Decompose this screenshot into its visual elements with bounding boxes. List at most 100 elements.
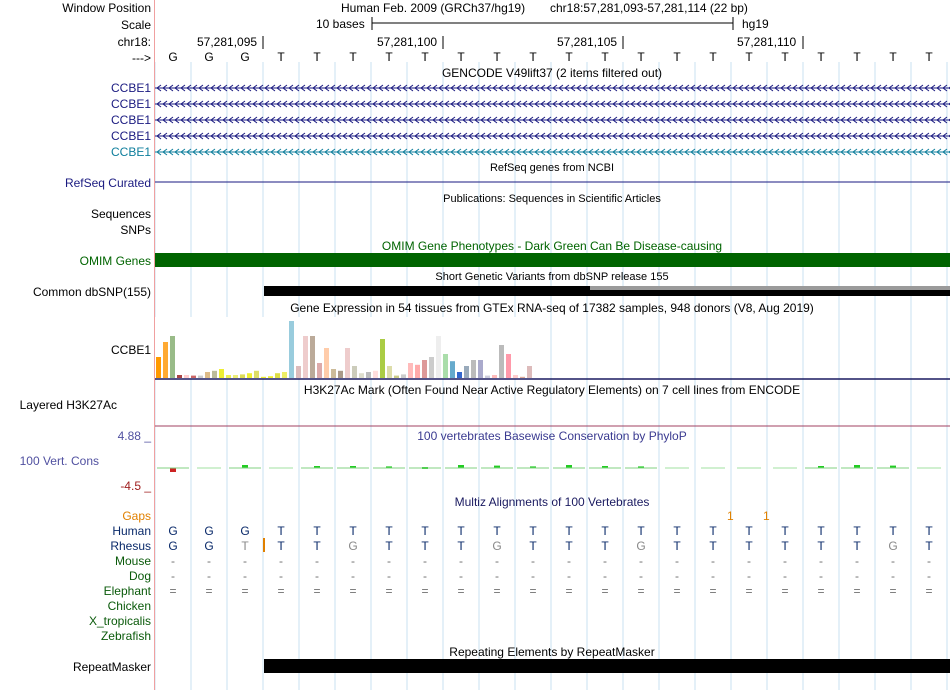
gtex-tissue-bar[interactable] [163,342,168,378]
omim-genes-label[interactable]: OMIM Genes [80,254,151,268]
gtex-tissue-bar[interactable] [436,336,441,378]
gtex-tissue-bar[interactable] [408,363,413,378]
common-dbsnp-label[interactable]: Common dbSNP(155) [33,285,151,299]
gtex-tissue-bar[interactable] [387,366,392,378]
gtex-tissue-bar[interactable] [513,375,518,378]
vert-cons-label[interactable]: 100 Vert. Cons [20,454,99,468]
gencode-track-label[interactable]: CCBE1 [111,145,151,159]
publications-track-title[interactable]: Publications: Sequences in Scientific Ar… [443,192,661,206]
gtex-tissue-bar[interactable] [345,348,350,378]
gtex-tissue-bar[interactable] [303,336,308,378]
gtex-tissue-bar[interactable] [170,336,175,378]
gaps-label[interactable]: Gaps [122,509,151,523]
alignment-base-human: T [349,524,357,538]
gtex-tissue-bar[interactable] [240,374,245,378]
gencode-track-label[interactable]: CCBE1 [111,81,151,95]
gtex-tissue-bar[interactable] [429,357,434,378]
phylop-track-title[interactable]: 100 vertebrates Basewise Conservation by… [417,429,686,443]
gtex-tissue-bar[interactable] [373,370,378,378]
refseq-curated-label[interactable]: RefSeq Curated [65,176,151,190]
species-label-zebrafish[interactable]: Zebrafish [101,629,151,643]
gtex-tissue-bar[interactable] [226,375,231,378]
omim-gene-bar[interactable] [155,253,950,267]
gtex-tissue-bar[interactable] [366,372,371,378]
gtex-tissue-bar[interactable] [394,375,399,378]
gtex-tissue-bar[interactable] [296,366,301,378]
gtex-tissue-bar[interactable] [422,360,427,378]
gtex-tissue-bar[interactable] [457,372,462,378]
gtex-tissue-bar[interactable] [310,336,315,378]
snps-label[interactable]: SNPs [120,223,151,237]
species-label-chicken[interactable]: Chicken [108,599,151,613]
layered-h3k27ac-label[interactable]: Layered H3K27Ac [20,398,117,412]
gtex-tissue-bar[interactable] [261,376,266,378]
multiz-track-title[interactable]: Multiz Alignments of 100 Vertebrates [455,495,650,509]
species-label-mouse[interactable]: Mouse [115,554,151,568]
gtex-tissue-bar[interactable] [464,366,469,378]
gtex-tissue-bar[interactable] [415,364,420,378]
gencode-track-title[interactable]: GENCODE V49lift37 (2 items filtered out) [442,66,662,80]
gtex-tissue-bar[interactable] [506,354,511,378]
gencode-track-label[interactable]: CCBE1 [111,97,151,111]
gtex-tissue-bar[interactable] [212,370,217,378]
base-letter: T [349,50,357,64]
gtex-tissue-bar[interactable] [198,375,203,378]
gencode-track-label[interactable]: CCBE1 [111,113,151,127]
gtex-tissue-bar[interactable] [331,369,336,378]
gtex-tissue-bar[interactable] [359,373,364,378]
window-position-text: chr18:57,281,093-57,281,114 (22 bp) [550,1,748,15]
species-label-human[interactable]: Human [112,524,151,538]
gtex-tissue-bar[interactable] [352,366,357,378]
repeatmasker-track-title[interactable]: Repeating Elements by RepeatMasker [449,645,654,659]
gtex-tissue-bar[interactable] [485,375,490,378]
gtex-tissue-bar[interactable] [219,369,224,378]
gtex-tissue-bar[interactable] [275,373,280,378]
species-label-dog[interactable]: Dog [129,569,151,583]
gtex-track-title[interactable]: Gene Expression in 54 tissues from GTEx … [290,301,814,315]
gtex-tissue-bar[interactable] [254,370,259,378]
species-label-xtropicalis[interactable]: X_tropicalis [89,614,151,628]
gtex-tissue-bar[interactable] [324,348,329,378]
gtex-tissue-bar[interactable] [450,361,455,378]
gtex-tissue-bar[interactable] [527,366,532,378]
track-image-area[interactable]: Human Feb. 2009 (GRCh37/hg19) chr18:57,2… [155,0,950,690]
gtex-tissue-bar[interactable] [317,363,322,378]
gtex-tissue-bar[interactable] [443,354,448,378]
gtex-gene-label[interactable]: CCBE1 [111,343,151,357]
repeatmasker-label[interactable]: RepeatMasker [73,660,151,674]
alignment-base-elephant: = [637,584,645,598]
gtex-tissue-bar[interactable] [492,375,497,378]
dbsnp-variant-bar-grey[interactable] [590,286,950,290]
gtex-tissue-bar[interactable] [177,375,182,378]
alignment-base-elephant: = [421,584,429,598]
species-label-rhesus[interactable]: Rhesus [110,539,151,553]
gtex-tissue-bar[interactable] [499,345,504,378]
gtex-tissue-bar[interactable] [233,375,238,378]
gtex-tissue-bar[interactable] [268,376,273,378]
dbsnp-track-title[interactable]: Short Genetic Variants from dbSNP releas… [435,270,668,284]
gtex-tissue-bar[interactable] [380,339,385,378]
gencode-track-label[interactable]: CCBE1 [111,129,151,143]
gtex-tissue-bar[interactable] [184,375,189,378]
gtex-tissue-bar[interactable] [156,357,161,378]
h3k27ac-track-title[interactable]: H3K27Ac Mark (Often Found Near Active Re… [304,383,800,397]
gtex-tissue-bar[interactable] [191,375,196,378]
gtex-tissue-bar[interactable] [478,360,483,378]
gtex-tissue-bar[interactable] [520,376,525,378]
gtex-tissue-bar[interactable] [247,373,252,378]
sequences-label[interactable]: Sequences [91,207,151,221]
gtex-tissue-bar[interactable] [205,372,210,378]
gtex-tissue-bar[interactable] [338,370,343,378]
gtex-tissue-bar[interactable] [471,360,476,378]
strand-arrow-label: ---> [132,51,151,65]
repeatmasker-element-bar[interactable] [264,659,950,673]
gtex-tissue-bar[interactable] [289,321,294,378]
gtex-tissue-bar[interactable] [282,372,287,378]
alignment-base-elephant: = [745,584,753,598]
species-label-elephant[interactable]: Elephant [104,584,151,598]
refseq-track-title[interactable]: RefSeq genes from NCBI [490,161,614,175]
alignment-base-mouse: - [747,554,751,568]
gtex-tissue-bar[interactable] [401,374,406,378]
alignment-base-elephant: = [817,584,825,598]
omim-track-title[interactable]: OMIM Gene Phenotypes - Dark Green Can Be… [382,239,722,253]
